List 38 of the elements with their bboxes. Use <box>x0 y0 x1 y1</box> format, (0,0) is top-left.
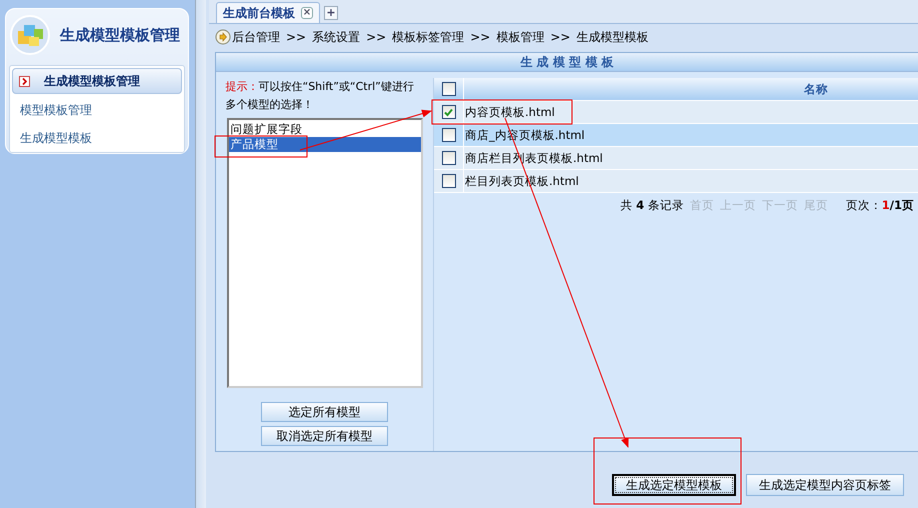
new-tab-button[interactable]: + <box>324 6 338 20</box>
sidebar-item[interactable]: 生成模型模板 <box>10 124 184 152</box>
arrow-circle-icon <box>215 29 231 45</box>
list-option[interactable]: 问题扩展字段 <box>228 122 420 137</box>
breadcrumb-separator: >> <box>470 30 490 44</box>
chevron-icon <box>19 76 30 86</box>
hint-text: 提示：可以按住“Shift”或“Ctrl”键进行多个模型的选择！ <box>224 79 415 113</box>
list-option[interactable]: 产品模型 <box>228 137 420 152</box>
breadcrumb-link[interactable]: 生成模型模板 <box>576 28 648 46</box>
breadcrumb-link[interactable]: 系统设置 <box>312 28 360 46</box>
checkbox[interactable] <box>442 151 456 166</box>
generate-button[interactable]: 生成选定模型内容页标签 <box>746 474 904 496</box>
total-pages: /1页 <box>890 198 914 212</box>
generate-button[interactable]: 生成选定模型模板 <box>612 474 736 496</box>
breadcrumb-separator: >> <box>366 30 386 44</box>
record-count: 共 4 条记录 <box>620 198 684 213</box>
select-button[interactable]: 选定所有模型 <box>261 402 388 422</box>
checkbox[interactable] <box>442 105 456 120</box>
breadcrumb-link[interactable]: 后台管理 <box>232 28 280 46</box>
page-label: 页次： <box>846 198 882 213</box>
breadcrumb-separator: >> <box>286 30 306 44</box>
close-icon[interactable]: × <box>301 7 313 19</box>
panel-title: 生 成 模 型 模 板 <box>216 53 918 72</box>
current-page: 1 <box>882 198 890 212</box>
tab[interactable]: 生成前台模板 × <box>216 2 320 23</box>
checkbox[interactable] <box>442 82 456 96</box>
checkbox[interactable] <box>442 128 456 142</box>
breadcrumb-link[interactable]: 模板标签管理 <box>392 28 464 46</box>
column-header: 名称 <box>464 78 918 100</box>
breadcrumb-link[interactable]: 模板管理 <box>496 28 544 46</box>
checkbox[interactable] <box>442 174 456 188</box>
select-button[interactable]: 取消选定所有模型 <box>261 426 388 446</box>
breadcrumb-separator: >> <box>550 30 570 44</box>
sidebar-item[interactable]: 生成模型模板管理 <box>12 68 182 94</box>
sidebar-title: 生成模型模板管理 <box>60 26 180 44</box>
sidebar-item[interactable]: 模型模板管理 <box>10 96 184 124</box>
cubes-logo-icon <box>10 15 50 55</box>
model-list[interactable]: 问题扩展字段 产品模型 <box>226 118 422 388</box>
